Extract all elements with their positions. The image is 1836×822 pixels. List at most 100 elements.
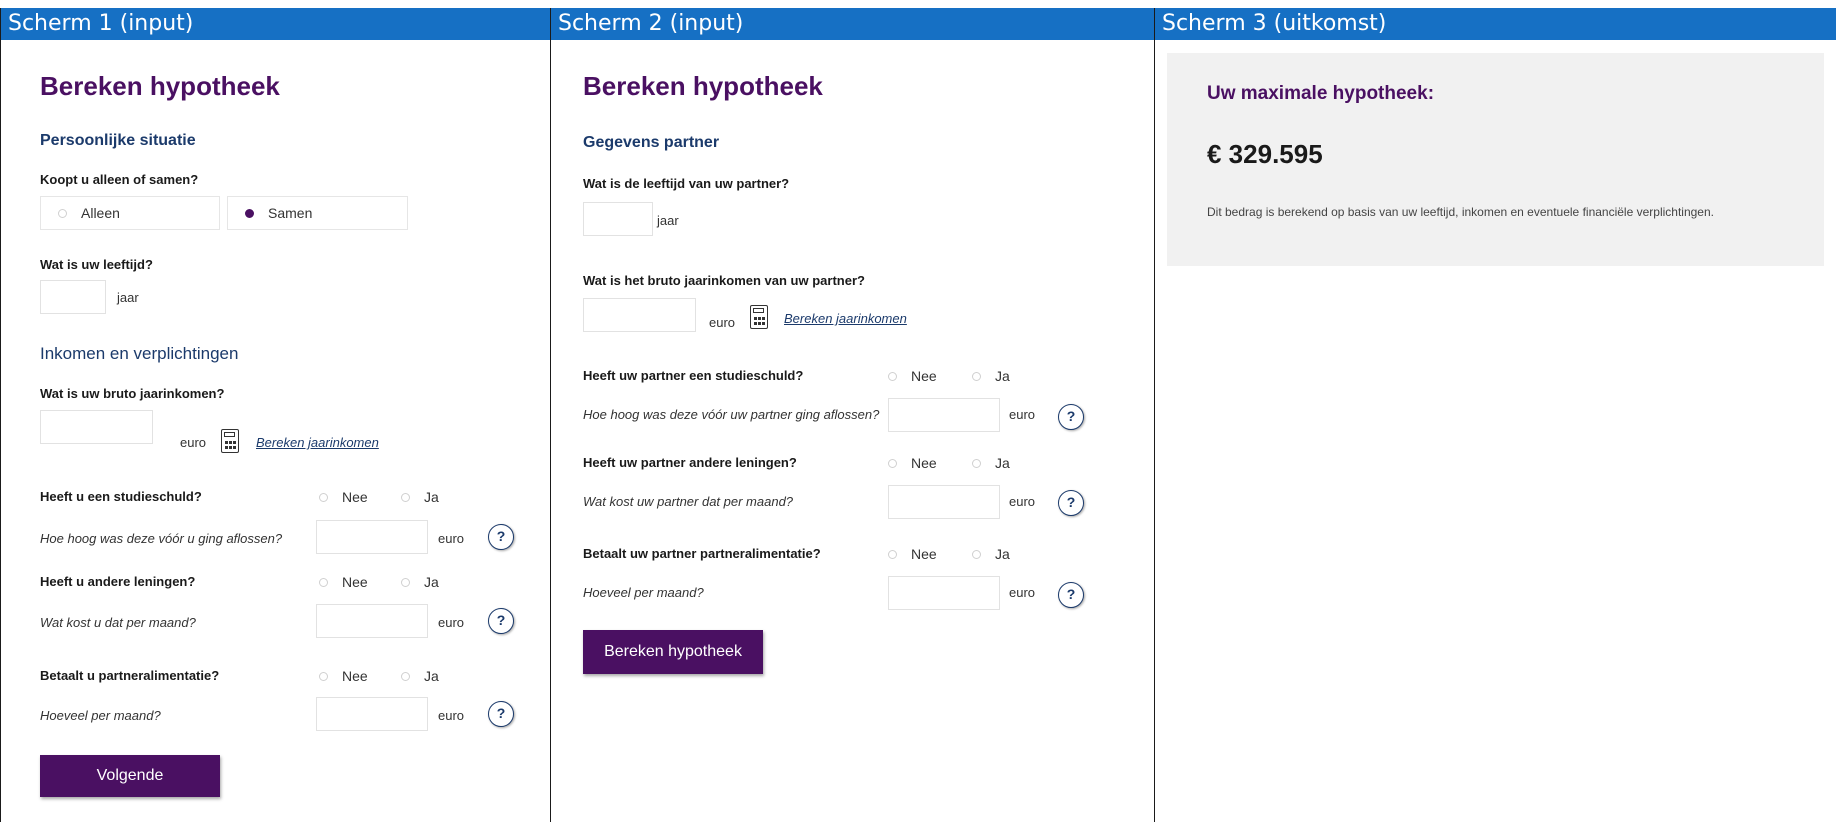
other-loans-input[interactable]: [316, 604, 428, 638]
income-input[interactable]: [40, 410, 153, 444]
study-no-option[interactable]: Nee: [888, 368, 937, 384]
no-label: Nee: [342, 668, 368, 684]
radio-icon: [888, 549, 897, 559]
question-income: Wat is uw bruto jaarinkomen?: [40, 386, 225, 401]
help-icon[interactable]: ?: [488, 701, 514, 727]
sub-partner-study-debt: Hoe hoog was deze vóór uw partner ging a…: [583, 407, 880, 422]
radio-icon: [972, 371, 981, 381]
sub-partner-other-loans: Wat kost uw partner dat per maand?: [583, 494, 794, 509]
page-title: Bereken hypotheek: [40, 71, 280, 101]
loans-no-option[interactable]: Nee: [888, 455, 937, 471]
calculate-mortgage-button[interactable]: Bereken hypotheek: [583, 630, 763, 674]
partner-income-input[interactable]: [583, 298, 696, 332]
sub-other-loans: Wat kost u dat per maand?: [40, 615, 196, 630]
unit-euro: euro: [438, 531, 465, 546]
help-icon[interactable]: ?: [488, 524, 514, 550]
question-partner-study-debt: Heeft uw partner een studieschuld?: [583, 368, 804, 383]
question-alimony: Betaalt u partneralimentatie?: [40, 668, 220, 683]
section-income: Inkomen en verplichtingen: [40, 344, 239, 363]
unit-euro: euro: [438, 615, 465, 630]
unit-euro: euro: [1009, 585, 1036, 600]
radio-icon: [972, 549, 981, 559]
calculator-icon[interactable]: [221, 429, 239, 453]
yes-label: Ja: [995, 368, 1010, 384]
unit-year: jaar: [657, 213, 679, 228]
study-yes-option[interactable]: Ja: [972, 368, 1010, 384]
question-other-loans: Heeft u andere leningen?: [40, 574, 196, 589]
screen-1-header: Scherm 1 (input): [1, 8, 550, 40]
study-debt-input[interactable]: [316, 520, 428, 554]
help-icon[interactable]: ?: [1058, 490, 1084, 516]
help-icon[interactable]: ?: [1058, 582, 1084, 608]
alimony-yes-option[interactable]: Ja: [401, 668, 439, 684]
yes-label: Ja: [995, 455, 1010, 471]
loans-no-option[interactable]: Nee: [319, 574, 368, 590]
question-partner-age: Wat is de leeftijd van uw partner?: [583, 176, 790, 191]
calculator-icon[interactable]: [750, 305, 768, 329]
alimony-no-option[interactable]: Nee: [319, 668, 368, 684]
sub-study-debt: Hoe hoog was deze vóór u ging aflossen?: [40, 531, 283, 546]
alimony-no-option[interactable]: Nee: [888, 546, 937, 562]
caption-strip: [0, 0, 1836, 8]
partner-other-loans-input[interactable]: [888, 485, 1000, 519]
help-icon[interactable]: ?: [1058, 404, 1084, 430]
question-partner-alimony: Betaalt uw partner partneralimentatie?: [583, 546, 821, 561]
yes-label: Ja: [995, 546, 1010, 562]
no-label: Nee: [342, 574, 368, 590]
calculate-income-link[interactable]: Bereken jaarinkomen: [784, 311, 907, 326]
radio-icon: [888, 458, 897, 468]
calculate-income-link[interactable]: Bereken jaarinkomen: [256, 435, 379, 450]
no-label: Nee: [342, 489, 368, 505]
option-together-label: Samen: [268, 205, 313, 221]
unit-euro: euro: [1009, 407, 1036, 422]
question-alone-together: Koopt u alleen of samen?: [40, 172, 199, 187]
result-amount: € 329.595: [1207, 139, 1323, 169]
question-partner-other-loans: Heeft uw partner andere leningen?: [583, 455, 797, 470]
partner-age-input[interactable]: [583, 202, 653, 236]
radio-icon: [58, 208, 67, 218]
option-together[interactable]: Samen: [227, 196, 408, 230]
radio-icon: [319, 577, 328, 587]
yes-label: Ja: [424, 489, 439, 505]
sub-partner-alimony: Hoeveel per maand?: [583, 585, 704, 600]
screen-2-header: Scherm 2 (input): [551, 8, 1154, 40]
screen-2: Scherm 2 (input) Bereken hypotheek Gegev…: [551, 8, 1155, 822]
question-age: Wat is uw leeftijd?: [40, 257, 153, 272]
age-input[interactable]: [40, 280, 106, 314]
unit-euro: euro: [180, 435, 207, 450]
partner-alimony-input[interactable]: [888, 576, 1000, 610]
radio-icon: [319, 671, 328, 681]
yes-label: Ja: [424, 668, 439, 684]
study-yes-option[interactable]: Ja: [401, 489, 439, 505]
unit-euro: euro: [709, 315, 736, 330]
page-title: Bereken hypotheek: [583, 71, 823, 101]
radio-icon: [401, 492, 410, 502]
screen-3-header: Scherm 3 (uitkomst): [1155, 8, 1836, 40]
partner-study-debt-input[interactable]: [888, 398, 1000, 432]
section-partner: Gegevens partner: [583, 134, 720, 151]
unit-euro: euro: [438, 708, 465, 723]
section-personal: Persoonlijke situatie: [40, 132, 196, 149]
sub-alimony: Hoeveel per maand?: [40, 708, 161, 723]
radio-icon: [401, 671, 410, 681]
radio-icon: [319, 492, 328, 502]
help-icon[interactable]: ?: [488, 608, 514, 634]
screens-table: Scherm 1 (input) Bereken hypotheek Perso…: [0, 8, 1836, 822]
screen-3: Scherm 3 (uitkomst) Uw maximale hypothee…: [1155, 8, 1836, 822]
next-button[interactable]: Volgende: [40, 755, 220, 797]
radio-icon: [401, 577, 410, 587]
screen-1: Scherm 1 (input) Bereken hypotheek Perso…: [0, 8, 551, 822]
yes-label: Ja: [424, 574, 439, 590]
result-panel: Uw maximale hypotheek: € 329.595 Dit bed…: [1167, 53, 1824, 266]
no-label: Nee: [911, 546, 937, 562]
question-partner-income: Wat is het bruto jaarinkomen van uw part…: [583, 273, 865, 288]
loans-yes-option[interactable]: Ja: [401, 574, 439, 590]
alimony-input[interactable]: [316, 697, 428, 731]
alimony-yes-option[interactable]: Ja: [972, 546, 1010, 562]
radio-selected-icon: [245, 208, 254, 218]
result-explanation: Dit bedrag is berekend op basis van uw l…: [1207, 205, 1714, 219]
study-no-option[interactable]: Nee: [319, 489, 368, 505]
loans-yes-option[interactable]: Ja: [972, 455, 1010, 471]
option-alone-label: Alleen: [81, 205, 120, 221]
option-alone[interactable]: Alleen: [40, 196, 220, 230]
